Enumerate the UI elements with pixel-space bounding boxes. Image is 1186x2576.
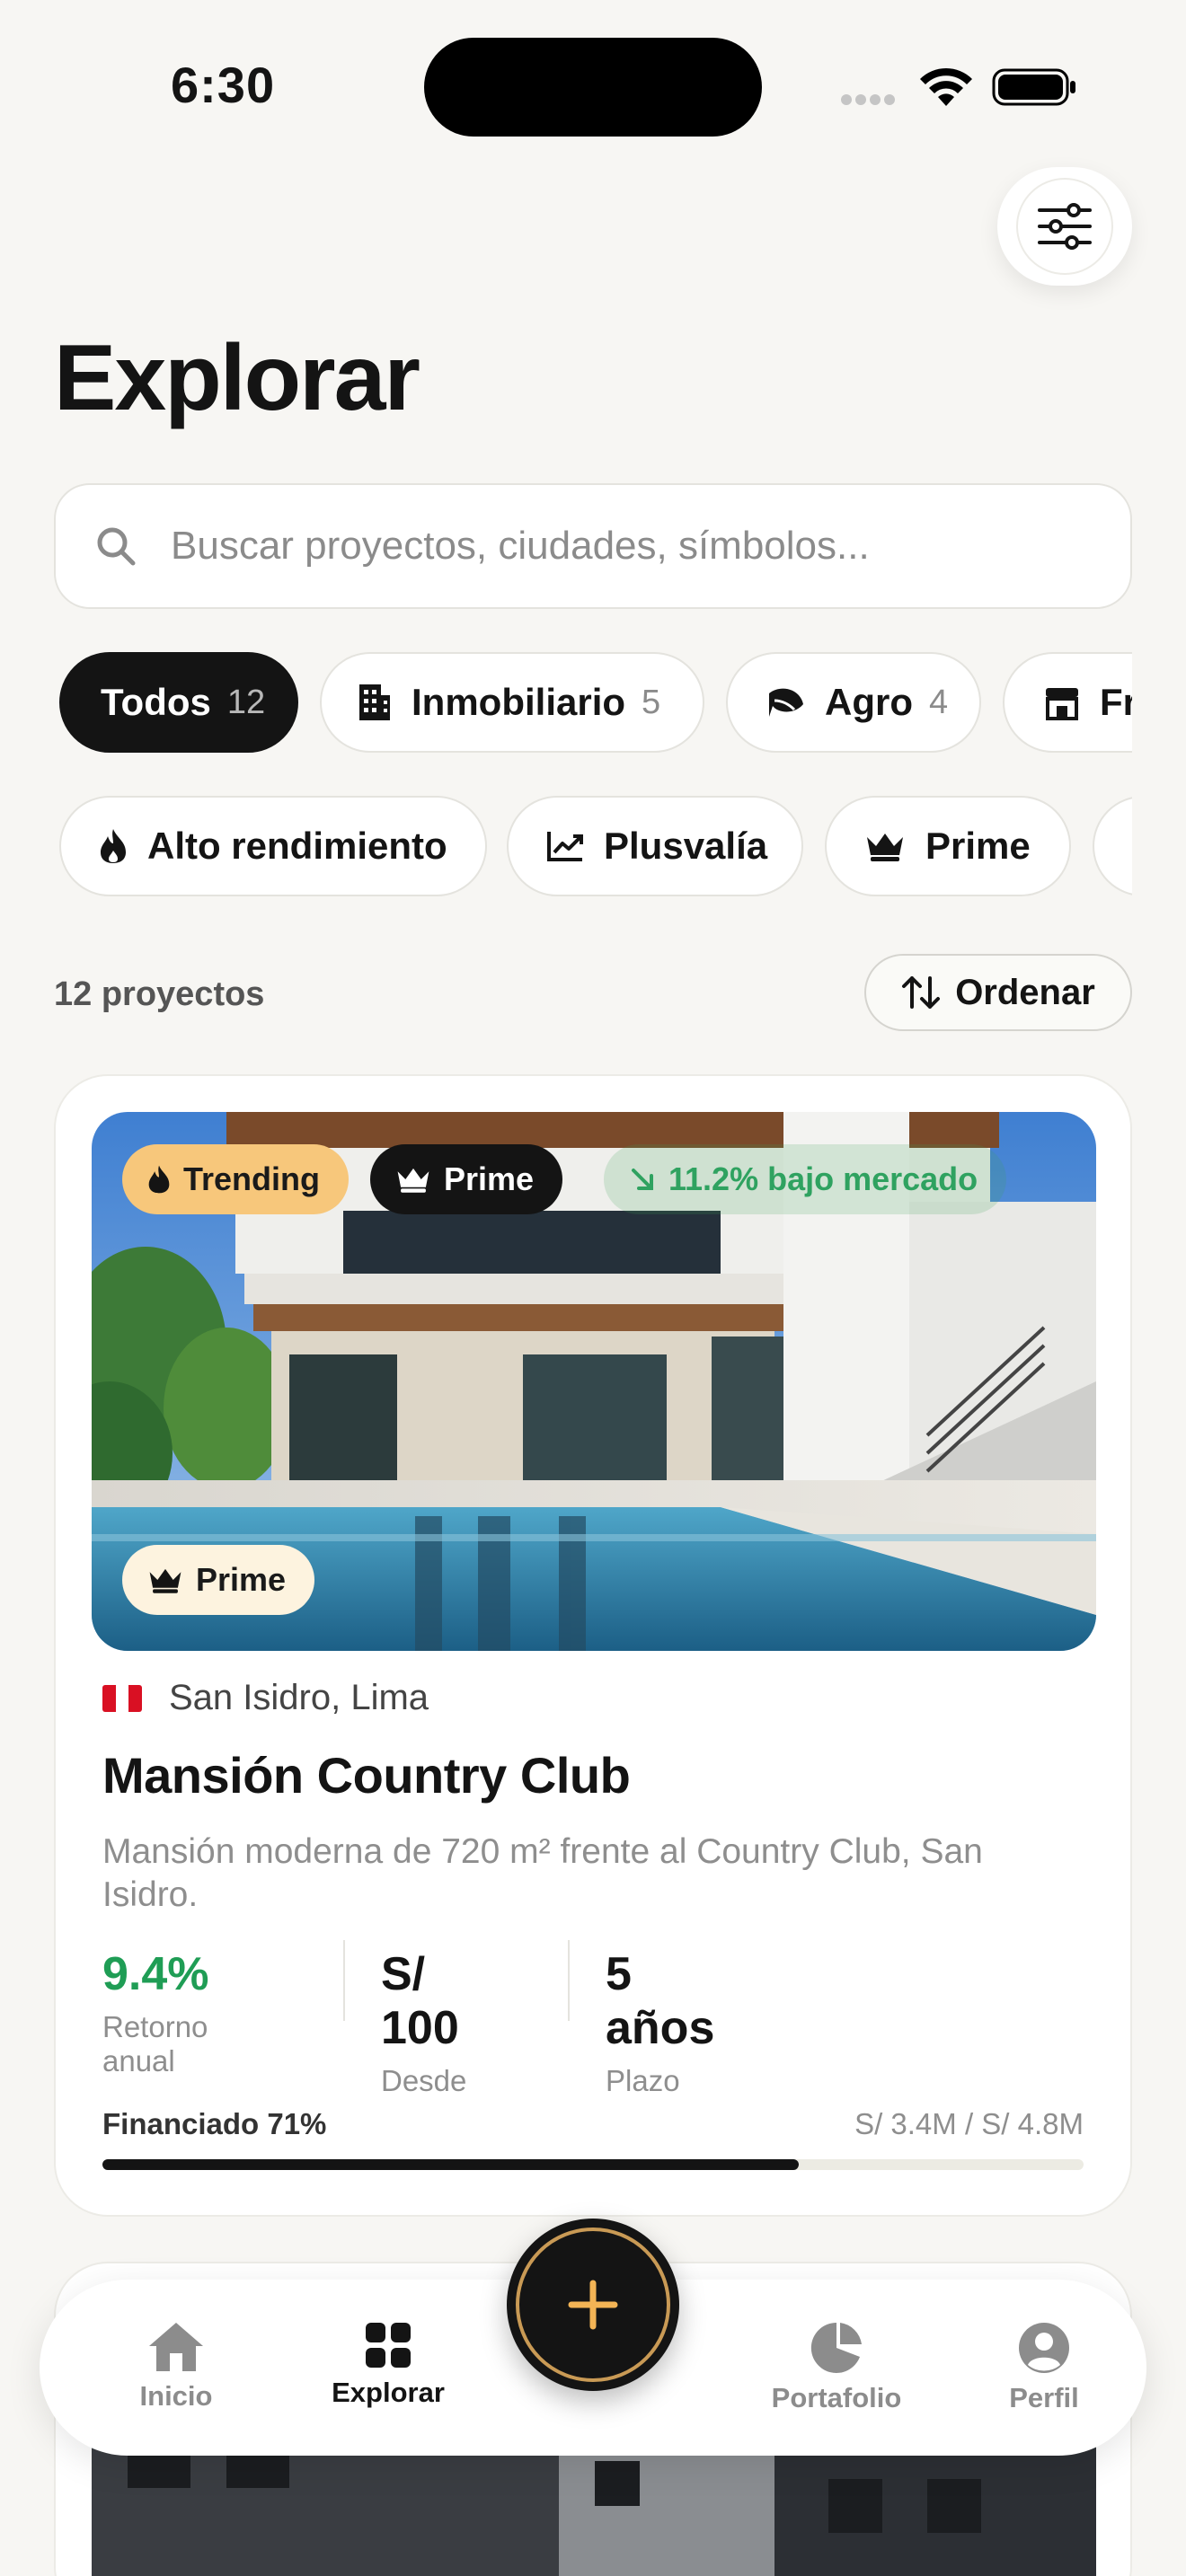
add-button[interactable] (507, 2219, 679, 2391)
chip-agro[interactable]: Agro 4 (726, 652, 981, 753)
chip-more[interactable] (1093, 796, 1132, 896)
sort-label: Ordenar (955, 972, 1095, 1012)
stat-divider (568, 1940, 570, 2021)
chip-plusvalia[interactable]: Plusvalía (507, 796, 803, 896)
wifi-icon (920, 67, 972, 106)
nav-inicio[interactable]: Inicio (86, 2321, 266, 2413)
chip-inmobiliario[interactable]: Inmobiliario 5 (320, 652, 704, 753)
chip-prime[interactable]: Prime (825, 796, 1071, 896)
prime-badge: Prime (370, 1144, 563, 1214)
stat-value: 5 años (606, 1948, 715, 2054)
funded-label: Financiado 71% (102, 2107, 327, 2140)
stat-value: S/ 100 (381, 1948, 459, 2054)
chip-count: 4 (929, 683, 949, 721)
project-image: Trending Prime 11.2% bajo mercado Prime (92, 1112, 1096, 1651)
nav-portafolio[interactable]: Portafolio (706, 2321, 967, 2414)
project-title: Mansión Country Club (102, 1747, 631, 1804)
stat-return: 9.4% Retorno anual (102, 1947, 209, 2078)
chip-count: 5 (642, 683, 661, 721)
chart-line-icon (547, 832, 583, 861)
chip-franquicias[interactable]: Fr (1003, 652, 1132, 753)
prime-tier-label: Prime (196, 1561, 287, 1598)
search-input[interactable] (171, 524, 1069, 569)
funded-amount: S/ 3.4M / S/ 4.8M (854, 2107, 1084, 2140)
funding-progress-bar (102, 2159, 1084, 2170)
stat-label: Retorno anual (102, 2010, 208, 2078)
chip-label: Agro (825, 681, 913, 723)
flame-icon (148, 1165, 170, 1194)
chip-label: Plusvalía (604, 825, 768, 867)
prime-tier-badge: Prime (122, 1545, 315, 1615)
cellular-signal-icon (841, 93, 900, 106)
nav-label: Explorar (332, 2377, 445, 2408)
chip-label: Alto rendimiento (147, 825, 447, 867)
status-bar: 6:30 (0, 0, 1186, 171)
chip-alto-rendimiento[interactable]: Alto rendimiento (59, 796, 487, 896)
sort-button[interactable]: Ordenar (864, 954, 1132, 1031)
search-icon (97, 527, 136, 566)
nav-label: Portafolio (771, 2382, 902, 2413)
funding-progress-fill (102, 2159, 800, 2170)
trending-label: Trending (183, 1160, 320, 1197)
stat-label: Desde (381, 2064, 467, 2097)
project-card[interactable]: Trending Prime 11.2% bajo mercado Prime … (54, 1074, 1132, 2217)
store-icon (1046, 688, 1078, 720)
pie-chart-icon (810, 2322, 862, 2373)
nav-perfil[interactable]: Perfil (954, 2321, 1134, 2414)
arrow-down-right-icon (632, 1169, 653, 1190)
sort-arrows-icon (902, 976, 941, 1009)
results-count: 12 proyectos (54, 975, 265, 1013)
chip-label: Todos (101, 681, 211, 723)
market-discount-badge: 11.2% bajo mercado (604, 1144, 1007, 1214)
project-description: Mansión moderna de 720 m² frente al Coun… (102, 1832, 983, 1914)
nav-label: Inicio (139, 2380, 213, 2412)
trending-badge: Trending (122, 1144, 349, 1214)
crown-icon (867, 834, 903, 861)
market-discount-label: 11.2% bajo mercado (668, 1160, 978, 1197)
chip-label: Fr (1100, 681, 1132, 723)
stat-label: Plazo (606, 2064, 680, 2097)
battery-icon (992, 68, 1075, 106)
chip-count: 12 (226, 683, 266, 721)
building-icon (359, 684, 390, 720)
project-location: San Isidro, Lima (102, 1678, 429, 1718)
page-title: Explorar (54, 326, 420, 430)
stat-value: 9.4% (102, 1948, 209, 2000)
flame-icon (101, 829, 126, 863)
tag-filter-row: Alto rendimiento Plusvalía Prime (58, 796, 1132, 900)
sliders-icon (1038, 203, 1092, 250)
nav-label: Perfil (1009, 2382, 1079, 2413)
plus-icon (568, 2280, 618, 2330)
filter-button[interactable] (997, 167, 1132, 286)
stat-divider (343, 1940, 345, 2021)
nav-explorar[interactable]: Explorar (298, 2321, 478, 2409)
home-icon (149, 2323, 203, 2371)
prime-label: Prime (444, 1160, 535, 1197)
category-filter-row: Todos 12 Inmobiliario 5 Agro 4 Fr (58, 652, 1132, 756)
status-time: 6:30 (171, 57, 276, 113)
leaf-icon (769, 688, 803, 717)
crown-icon (149, 1568, 181, 1593)
dynamic-island (424, 38, 762, 137)
chip-label: Inmobiliario (412, 681, 626, 723)
stat-term: 5 años Plazo (606, 1947, 714, 2098)
search-bar[interactable] (54, 483, 1132, 609)
stat-min-investment: S/ 100 Desde (381, 1947, 466, 2098)
crown-icon (397, 1168, 429, 1193)
chip-label: Prime (925, 825, 1031, 867)
chip-todos[interactable]: Todos 12 (59, 652, 298, 753)
grid-icon (366, 2323, 411, 2368)
peru-flag-icon (102, 1684, 142, 1712)
location-label: San Isidro, Lima (169, 1678, 429, 1717)
user-icon (1019, 2323, 1069, 2373)
